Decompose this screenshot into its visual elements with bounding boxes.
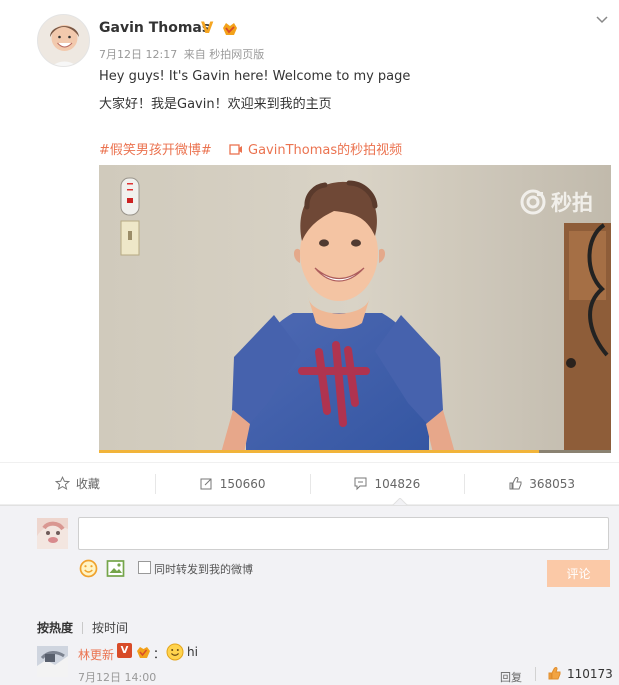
post-meta: 7月12日 12:17 来自 秒拍网页版 xyxy=(99,46,267,62)
favorite-button[interactable]: 收藏 xyxy=(0,463,155,504)
repost-button[interactable]: 150660 xyxy=(154,463,310,504)
repost-checkbox[interactable] xyxy=(138,561,151,574)
current-user-avatar[interactable] xyxy=(37,518,68,549)
chevron-down-icon[interactable] xyxy=(594,12,610,28)
like-button[interactable]: 368053 xyxy=(464,463,619,504)
comment-username[interactable]: 林更新 xyxy=(78,646,114,663)
comment-time: 7月12日 14:00 xyxy=(78,671,157,684)
comment-avatar[interactable] xyxy=(37,646,68,677)
comment-like-button[interactable]: 110173 xyxy=(547,666,613,681)
repost-checkbox-label: 同时转发到我的微博 xyxy=(154,563,253,576)
medal-icon xyxy=(137,647,150,658)
smile-emoji-icon xyxy=(166,643,184,661)
star-icon xyxy=(54,476,70,491)
watermark-text: 秒拍 xyxy=(551,191,593,215)
comment-verified-badge-icon: V xyxy=(117,643,132,658)
comment-icon xyxy=(354,477,367,491)
sort-by-hot-tab[interactable]: 按热度 xyxy=(37,619,73,636)
comment-button[interactable]: 104826 xyxy=(309,463,465,504)
comment-like-count: 110173 xyxy=(567,666,613,681)
thumbs-up-icon xyxy=(548,667,561,680)
post-source[interactable]: 来自 秒拍网页版 xyxy=(184,48,265,61)
comment-count: 104826 xyxy=(374,476,421,491)
video-icon xyxy=(229,144,242,155)
post-text-line-english: Hey guys! It's Gavin here! Welcome to my… xyxy=(99,69,411,84)
video-player[interactable]: 秒拍 xyxy=(99,165,611,453)
like-count: 368053 xyxy=(529,476,576,491)
verified-badge-icon: V xyxy=(201,18,214,37)
comment-action-divider xyxy=(535,667,536,681)
submit-comment-button[interactable]: 评论 xyxy=(547,560,610,587)
camera-icon xyxy=(520,189,546,215)
video-link[interactable]: GavinThomas的秒拍视频 xyxy=(229,139,402,158)
weibo-post: Gavin Thomas V 7月12日 12:17 来自 秒拍网页版 Hey … xyxy=(0,0,619,462)
post-time[interactable]: 7月12日 12:17 xyxy=(99,48,177,61)
comment-input[interactable] xyxy=(78,517,609,550)
favorite-label: 收藏 xyxy=(75,477,100,491)
sort-divider xyxy=(82,621,84,634)
video-watermark: 秒拍 xyxy=(520,187,593,217)
comment-panel-divider xyxy=(0,505,619,506)
video-link-text: GavinThomas的秒拍视频 xyxy=(248,143,403,158)
repost-count: 150660 xyxy=(219,476,266,491)
reply-button[interactable]: 回复 xyxy=(500,669,522,685)
image-icon[interactable] xyxy=(106,559,125,578)
post-username[interactable]: Gavin Thomas xyxy=(99,20,210,36)
topic-row: #假笑男孩开微博# xyxy=(99,139,212,158)
thumbs-up-icon xyxy=(509,477,522,490)
medal-icon xyxy=(223,23,237,35)
comment-text: hi xyxy=(187,645,198,659)
video-progress-bar[interactable] xyxy=(99,450,611,453)
post-text-line-chinese: 大家好！我是Gavin！欢迎来到我的主页 xyxy=(99,97,332,112)
smile-icon[interactable] xyxy=(79,559,98,578)
video-progress-fill xyxy=(99,450,540,453)
repost-icon xyxy=(200,478,212,490)
comment-colon: ： xyxy=(153,647,166,661)
topic-link[interactable]: #假笑男孩开微博# xyxy=(99,143,212,158)
post-action-bar: 收藏 150660 104826 368053 xyxy=(0,462,619,505)
comment-sort-tabs: 按热度 按时间 xyxy=(37,619,128,636)
sort-by-time-tab[interactable]: 按时间 xyxy=(92,619,128,636)
author-avatar[interactable] xyxy=(37,14,90,67)
